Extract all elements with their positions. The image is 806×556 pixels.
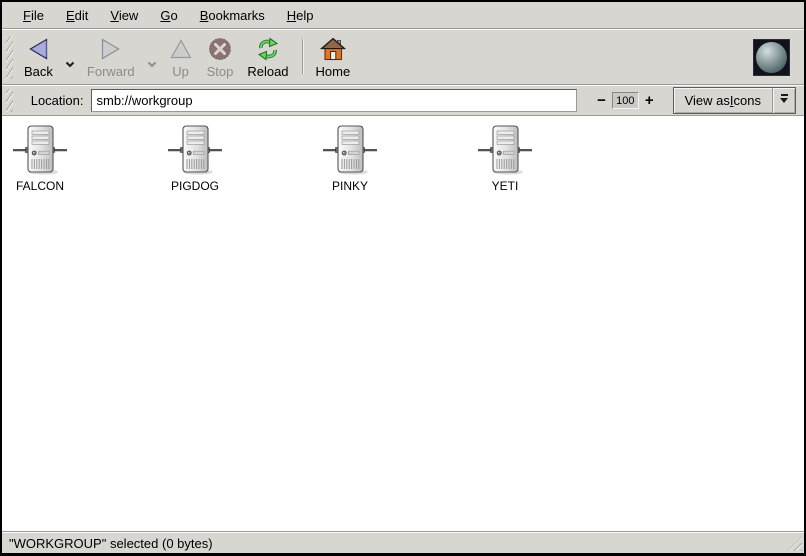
toolbar-separator xyxy=(302,39,303,74)
status-text: "WORKGROUP" selected (0 bytes) xyxy=(9,536,213,551)
toolbar-grip-handle[interactable] xyxy=(6,36,13,79)
view-as-label: View as Icons xyxy=(674,88,772,113)
reload-label: Reload xyxy=(247,64,288,79)
menu-bar: File Edit View Go Bookmarks Help xyxy=(2,2,804,29)
server-label: YETI xyxy=(492,179,519,193)
home-icon xyxy=(320,34,346,64)
back-label: Back xyxy=(24,64,53,79)
view-as-dropdown[interactable]: View as Icons xyxy=(673,87,796,114)
up-button: Up xyxy=(162,33,200,82)
server-item-falcon[interactable]: FALCON xyxy=(2,124,78,193)
icon-view: FALCON PIGDOG PINKY YETI xyxy=(2,116,804,532)
server-icon xyxy=(322,124,378,176)
forward-arrow-icon xyxy=(98,34,124,64)
server-icon xyxy=(167,124,223,176)
zoom-controls: − 100 + xyxy=(593,92,658,109)
back-arrow-icon xyxy=(25,34,51,64)
throbber-globe-icon xyxy=(753,39,790,76)
menu-file[interactable]: File xyxy=(12,3,55,28)
menu-edit[interactable]: Edit xyxy=(55,3,99,28)
status-bar: "WORKGROUP" selected (0 bytes) xyxy=(2,532,804,553)
back-button[interactable]: Back xyxy=(17,33,60,82)
server-icon xyxy=(477,124,533,176)
server-item-pinky[interactable]: PINKY xyxy=(312,124,388,193)
server-label: PINKY xyxy=(332,179,368,193)
server-item-pigdog[interactable]: PIGDOG xyxy=(157,124,233,193)
view-as-arrow-icon[interactable] xyxy=(772,88,795,113)
home-label: Home xyxy=(316,64,351,79)
server-item-yeti[interactable]: YETI xyxy=(467,124,543,193)
server-label: FALCON xyxy=(16,179,64,193)
stop-label: Stop xyxy=(207,64,234,79)
server-label: PIGDOG xyxy=(171,179,219,193)
reload-button[interactable]: Reload xyxy=(240,33,295,82)
zoom-in-button[interactable]: + xyxy=(641,94,658,108)
location-label: Location: xyxy=(31,93,84,108)
resize-grip[interactable] xyxy=(787,536,802,551)
up-label: Up xyxy=(172,64,189,79)
location-bar-grip-handle[interactable] xyxy=(6,89,13,112)
location-input[interactable] xyxy=(91,89,577,112)
back-history-dropdown[interactable] xyxy=(60,47,80,82)
file-manager-window: File Edit View Go Bookmarks Help Back Fo… xyxy=(2,2,804,553)
home-button[interactable]: Home xyxy=(309,33,358,82)
up-arrow-icon xyxy=(169,34,193,64)
menu-bookmarks[interactable]: Bookmarks xyxy=(189,3,276,28)
reload-icon xyxy=(254,34,282,64)
location-bar: Location: − 100 + View as Icons xyxy=(2,85,804,116)
menu-help[interactable]: Help xyxy=(276,3,325,28)
toolbar: Back Forward Up xyxy=(2,29,804,85)
zoom-out-button[interactable]: − xyxy=(593,94,610,108)
forward-button: Forward xyxy=(80,33,142,82)
stop-icon xyxy=(208,34,232,64)
menu-view[interactable]: View xyxy=(99,3,149,28)
menu-go[interactable]: Go xyxy=(149,3,188,28)
forward-history-dropdown xyxy=(142,47,162,82)
zoom-level-indicator[interactable]: 100 xyxy=(612,92,639,109)
server-icon xyxy=(12,124,68,176)
throbber-sphere xyxy=(756,42,787,73)
stop-button: Stop xyxy=(200,33,241,82)
forward-label: Forward xyxy=(87,64,135,79)
